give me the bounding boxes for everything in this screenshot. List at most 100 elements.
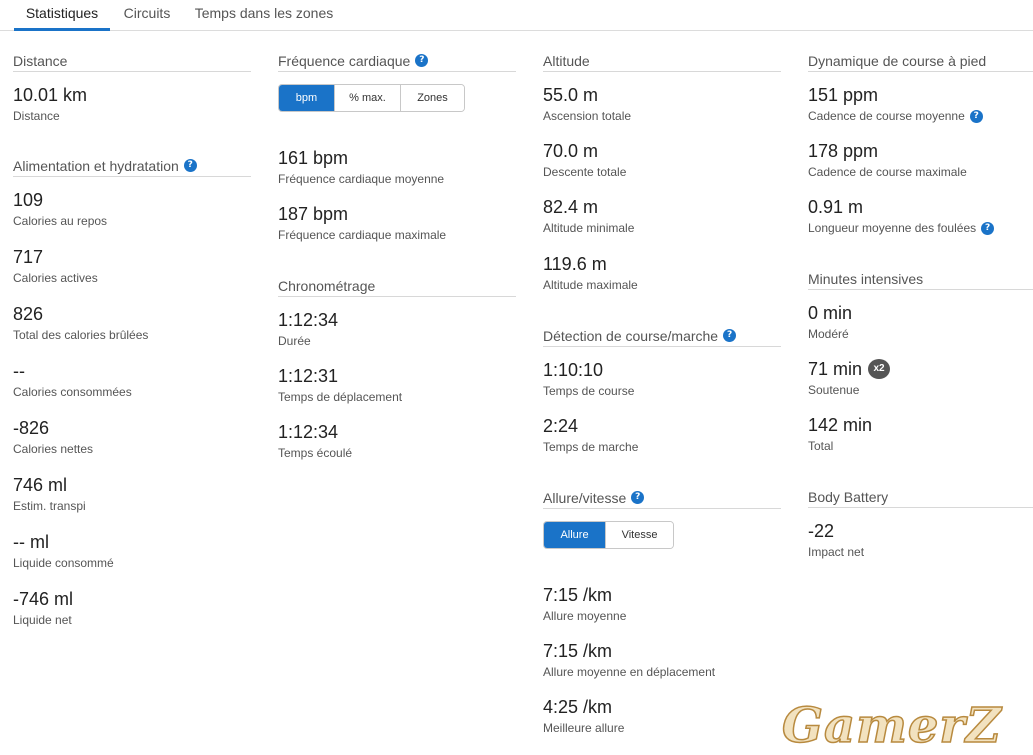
help-icon[interactable]: ? [723, 329, 737, 342]
multiplier-badge: x2 [868, 359, 891, 379]
stat-temps-deplacement: 1:12:31 Temps de déplacement [278, 365, 516, 405]
stat-value: 1:12:34 [278, 422, 339, 442]
stat-temps-marche: 2:24 Temps de marche [543, 415, 781, 455]
stat-value: -826 [13, 418, 50, 438]
stat-label: Cadence de course maximale [808, 165, 967, 179]
stat-calories-consommees: -- Calories consommées [13, 360, 251, 400]
stat-value: 1:12:31 [278, 366, 339, 386]
help-icon[interactable]: ? [183, 159, 197, 172]
stat-calories-total: 826 Total des calories brûlées [13, 303, 251, 343]
stat-allure-deplacement: 7:15 /km Allure moyenne en déplacement [543, 640, 781, 680]
stat-value: 109 [13, 190, 44, 210]
stat-label: Altitude minimale [543, 221, 635, 235]
tab-temps-zones[interactable]: Temps dans les zones [190, 0, 338, 31]
tab-circuits[interactable]: Circuits [118, 0, 176, 31]
nutrition-list: 109 Calories au repos 717 Calories activ… [13, 189, 251, 628]
stat-label: Ascension totale [543, 109, 632, 123]
stat-meilleure-allure: 4:25 /km Meilleure allure [543, 696, 781, 736]
stat-value: 1:12:34 [278, 310, 339, 330]
stat-label: Durée [278, 334, 311, 348]
stat-label: Fréquence cardiaque moyenne [278, 172, 445, 186]
stat-value: 178 ppm [808, 141, 879, 161]
section-title-distance: Distance [13, 50, 251, 72]
stat-value: 119.6 m [543, 254, 607, 274]
stat-value: 0.91 m [808, 197, 864, 217]
stat-value: 70.0 m [543, 141, 599, 161]
stat-label: Calories nettes [13, 442, 94, 456]
help-icon[interactable]: ? [981, 221, 995, 235]
stat-value: 1:10:10 [543, 360, 604, 380]
stat-label: Allure moyenne en déplacement [543, 665, 716, 679]
stat-value: 746 ml [13, 475, 68, 495]
toggle-bpm[interactable]: bpm [279, 85, 335, 111]
stat-value: 4:25 /km [543, 697, 613, 717]
stat-label: Distance [13, 109, 60, 123]
stat-label: Soutenue [808, 383, 860, 397]
stat-label: Impact net [808, 545, 865, 559]
stat-value: -22 [808, 521, 835, 541]
stat-calories-actives: 717 Calories actives [13, 246, 251, 286]
column-4: Dynamique de course à pied 151 ppm Caden… [808, 50, 1033, 560]
stat-label: Modéré [808, 327, 849, 341]
section-title-nutrition: Alimentation et hydratation ? [13, 155, 251, 177]
stat-calories-nettes: -826 Calories nettes [13, 417, 251, 457]
stat-label: Allure moyenne [543, 609, 627, 623]
stat-value: 71 min x2 [808, 358, 1033, 380]
toggle-vitesse[interactable]: Vitesse [606, 522, 673, 548]
stat-label: Cadence de course moyenne ? [808, 108, 1033, 124]
stat-value: -- [13, 361, 25, 381]
stat-label: Calories consommées [13, 385, 132, 399]
stat-value: 10.01 km [13, 85, 88, 105]
stat-cadence-moyenne: 151 ppm Cadence de course moyenne ? [808, 84, 1033, 124]
column-3: Altitude 55.0 m Ascension totale 70.0 m … [543, 50, 781, 736]
stat-liquide-net: -746 ml Liquide net [13, 588, 251, 628]
stat-label: Fréquence cardiaque maximale [278, 228, 447, 242]
help-icon[interactable]: ? [969, 109, 983, 123]
stat-value: 717 [13, 247, 44, 267]
stat-value: 161 bpm [278, 148, 349, 168]
stat-cadence-maximale: 178 ppm Cadence de course maximale [808, 140, 1033, 180]
stat-temps-ecoule: 1:12:34 Temps écoulé [278, 421, 516, 461]
help-icon[interactable]: ? [631, 491, 645, 504]
heart-rate-unit-toggle: bpm % max. Zones [278, 84, 465, 112]
stat-impact-net: -22 Impact net [808, 520, 1033, 560]
stat-distance: 10.01 km Distance [13, 84, 251, 124]
stat-value: 7:15 /km [543, 641, 613, 661]
section-title-intensity: Minutes intensives [808, 268, 1033, 290]
stat-longueur-foulee: 0.91 m Longueur moyenne des foulées ? [808, 196, 1033, 236]
stat-modere: 0 min Modéré [808, 302, 1033, 342]
stat-label: Meilleure allure [543, 721, 625, 735]
help-icon[interactable]: ? [415, 54, 429, 67]
stat-value: 142 min [808, 415, 873, 435]
section-title-timing: Chronométrage [278, 275, 516, 297]
stat-label: Altitude maximale [543, 278, 638, 292]
tab-bar: Statistiques Circuits Temps dans les zon… [0, 0, 1033, 31]
stat-label: Liquide net [13, 613, 72, 627]
stat-value: -746 ml [13, 589, 74, 609]
stat-value: 187 bpm [278, 204, 349, 224]
stat-label: Calories actives [13, 271, 98, 285]
stat-allure-moyenne: 7:15 /km Allure moyenne [543, 584, 781, 624]
toggle-percent-max[interactable]: % max. [335, 85, 401, 111]
stat-label: Longueur moyenne des foulées ? [808, 220, 1033, 236]
toggle-allure[interactable]: Allure [544, 522, 606, 548]
stat-altitude-max: 119.6 m Altitude maximale [543, 253, 781, 293]
watermark-logo: GamerZ [781, 697, 1002, 755]
stat-transpi: 746 ml Estim. transpi [13, 474, 251, 514]
section-title-body-battery: Body Battery [808, 486, 1033, 508]
pace-unit-toggle: Allure Vitesse [543, 521, 674, 549]
stat-value: 826 [13, 304, 44, 324]
section-title-pace: Allure/vitesse ? [543, 487, 781, 509]
stat-label: Temps de course [543, 384, 635, 398]
stat-label: Descente totale [543, 165, 627, 179]
stat-fc-maximale: 187 bpm Fréquence cardiaque maximale [278, 203, 516, 243]
stat-ascension: 55.0 m Ascension totale [543, 84, 781, 124]
stat-temps-course: 1:10:10 Temps de course [543, 359, 781, 399]
section-title-run-walk: Détection de course/marche ? [543, 325, 781, 347]
tab-statistiques[interactable]: Statistiques [14, 0, 110, 31]
section-title-heart-rate: Fréquence cardiaque ? [278, 50, 516, 72]
stat-calories-repos: 109 Calories au repos [13, 189, 251, 229]
column-2: Fréquence cardiaque ? bpm % max. Zones 1… [278, 50, 516, 461]
toggle-zones[interactable]: Zones [401, 85, 464, 111]
stat-label: Estim. transpi [13, 499, 86, 513]
